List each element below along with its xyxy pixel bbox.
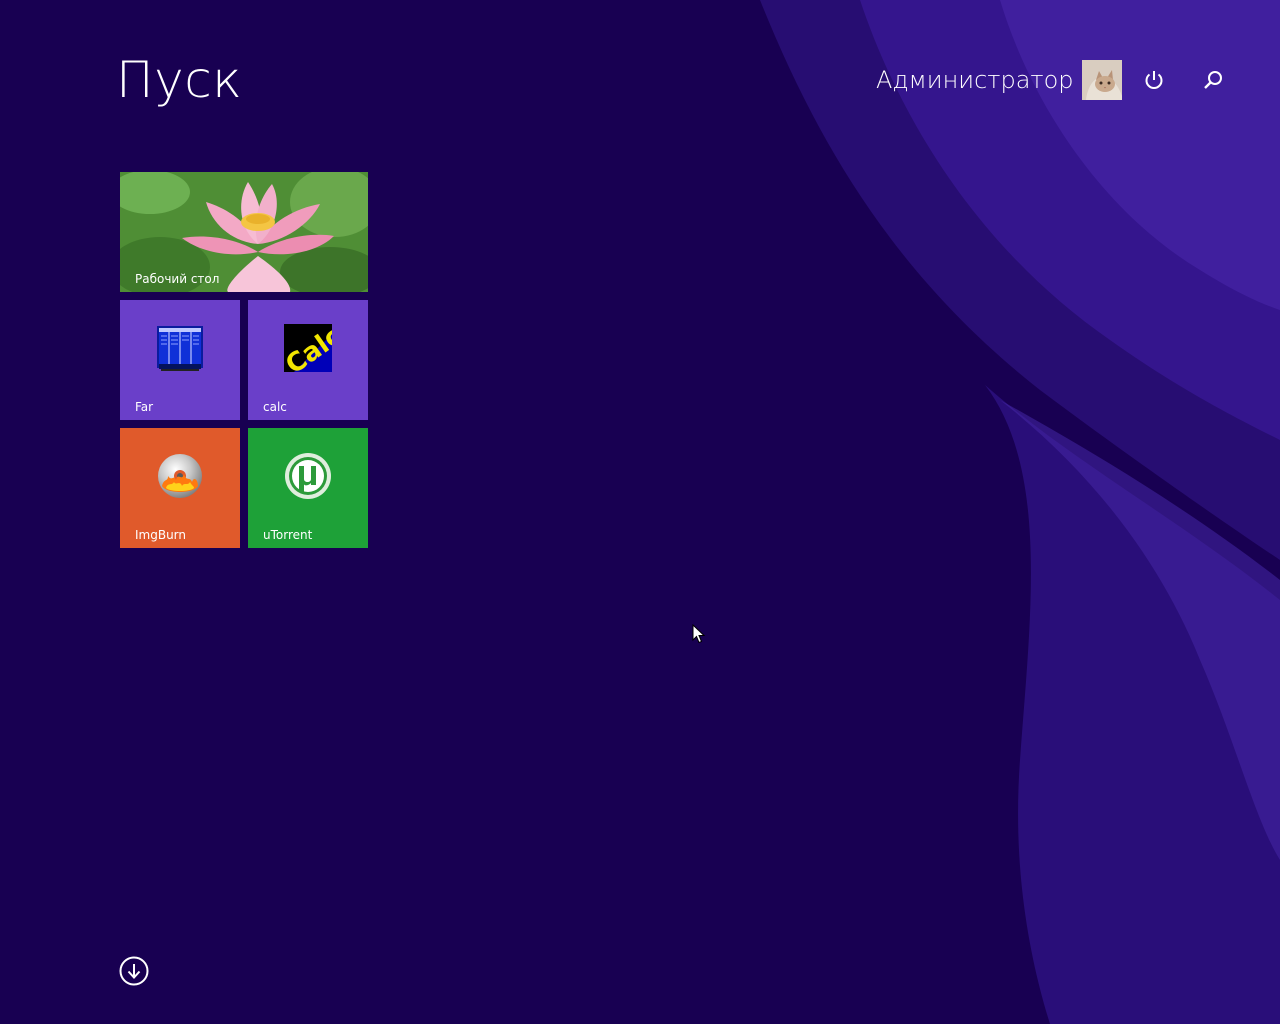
calc-icon: Calc <box>284 324 332 372</box>
user-account[interactable]: Администратор <box>876 60 1123 100</box>
imgburn-disc-icon <box>158 454 202 498</box>
tile-label: Far <box>135 400 154 414</box>
tile-label: ImgBurn <box>135 528 187 542</box>
tile-calc[interactable]: Calc calc <box>248 300 368 420</box>
utorrent-icon <box>285 453 331 499</box>
far-manager-icon <box>157 326 203 371</box>
mouse-cursor-icon <box>692 624 706 644</box>
tile-imgburn[interactable]: ImgBurn <box>120 428 240 548</box>
power-button[interactable] <box>1136 62 1172 98</box>
page-title: Пуск <box>116 51 243 109</box>
all-apps-button[interactable] <box>119 956 149 986</box>
search-button[interactable] <box>1195 62 1231 98</box>
user-avatar[interactable] <box>1082 60 1123 100</box>
tile-label: calc <box>263 400 287 414</box>
user-name: Администратор <box>876 66 1074 94</box>
cat-avatar-icon <box>1082 60 1123 100</box>
tile-utorrent[interactable]: uTorrent <box>248 428 368 548</box>
tile-label: Рабочий стол <box>135 272 220 286</box>
start-screen: Пуск Администратор Рабочий стол Far Calc… <box>0 0 1280 1024</box>
tile-desktop[interactable]: Рабочий стол <box>120 172 368 292</box>
tile-far[interactable]: Far <box>120 300 240 420</box>
power-icon <box>1145 71 1163 89</box>
tile-label: uTorrent <box>263 528 313 542</box>
arrow-down-circle-icon <box>119 956 149 986</box>
search-icon <box>1204 71 1222 89</box>
